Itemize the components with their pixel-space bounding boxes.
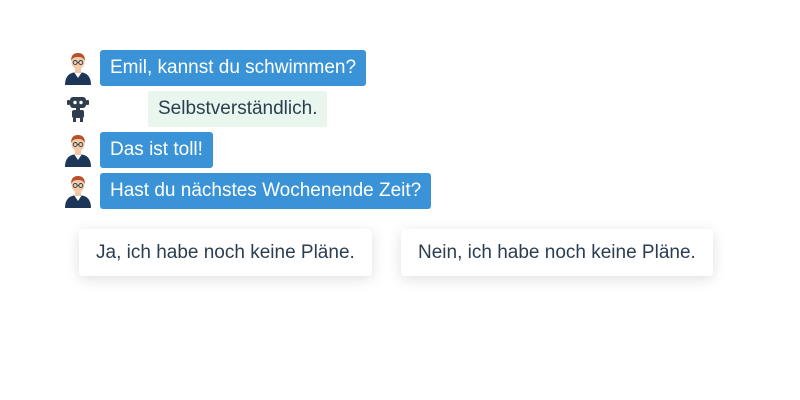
person-avatar-icon <box>65 135 91 167</box>
chat-message-user: Das ist toll! <box>64 132 213 168</box>
chat-message-bot: Selbstverständlich. <box>64 91 328 127</box>
person-avatar-icon <box>65 53 91 85</box>
user-message-bubble: Emil, kannst du schwimmen? <box>100 50 367 86</box>
answer-choice-button-yes[interactable]: Ja, ich habe noch keine Pläne. <box>79 229 372 276</box>
robot-icon <box>67 97 89 122</box>
chat-window: Emil, kannst du schwimmen? Selbstverstän… <box>0 0 800 400</box>
bot-message-bubble: Selbstverständlich. <box>148 91 328 127</box>
person-avatar-icon <box>65 176 91 208</box>
user-message-bubble: Hast du nächstes Wochenende Zeit? <box>100 173 432 209</box>
user-message-bubble: Das ist toll! <box>100 132 213 168</box>
chat-message-user: Emil, kannst du schwimmen? <box>64 50 367 86</box>
answer-choice-button-no[interactable]: Nein, ich habe noch keine Pläne. <box>401 229 713 276</box>
chat-message-user: Hast du nächstes Wochenende Zeit? <box>64 173 432 209</box>
